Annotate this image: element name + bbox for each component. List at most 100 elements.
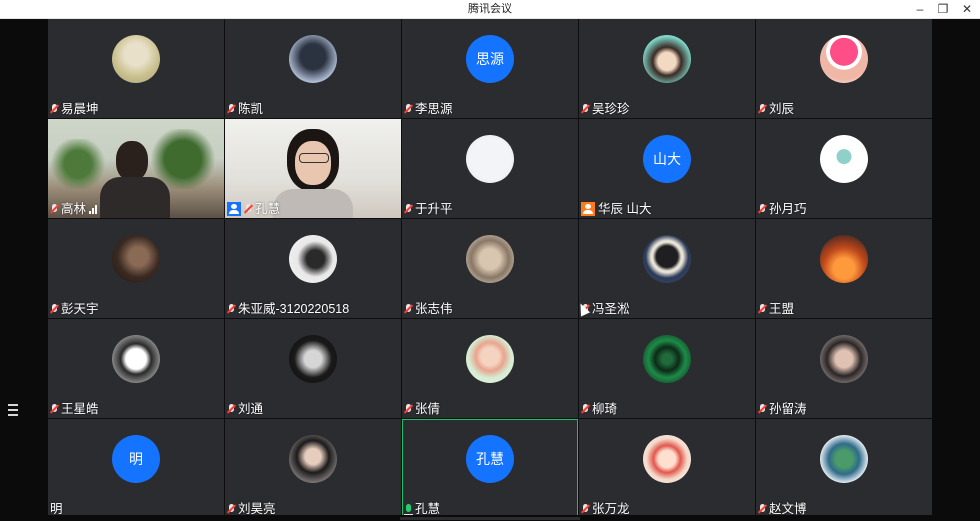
minimize-button[interactable]: – bbox=[909, 0, 931, 18]
participant-name-label: 柳琦 bbox=[581, 401, 617, 417]
participant-tile[interactable]: 孙留涛 bbox=[756, 319, 932, 418]
participant-tile[interactable]: 刘通 bbox=[225, 319, 401, 418]
avatar bbox=[820, 35, 868, 83]
avatar bbox=[820, 335, 868, 383]
mic-muted-icon bbox=[758, 203, 767, 215]
mic-muted-icon bbox=[581, 503, 590, 515]
participant-name: 朱亚威-3120220518 bbox=[238, 302, 350, 316]
mic-muted-icon bbox=[758, 503, 767, 515]
host-badge-icon bbox=[227, 202, 241, 216]
participant-name: 柳琦 bbox=[592, 402, 618, 416]
participant-name: 吴珍珍 bbox=[592, 102, 630, 116]
participant-tile[interactable]: 吴珍珍 bbox=[579, 19, 755, 118]
participant-name-label: 孙月巧 bbox=[758, 201, 807, 217]
participant-tile[interactable]: 张倩 bbox=[402, 319, 578, 418]
participant-name-label: 刘通 bbox=[227, 401, 263, 417]
participant-name: 张倩 bbox=[415, 402, 441, 416]
right-sidebar bbox=[929, 19, 980, 515]
participant-tile[interactable]: 刘昊亮 bbox=[225, 419, 401, 518]
mic-muted-icon bbox=[227, 303, 236, 315]
participant-name-label: 刘辰 bbox=[758, 101, 794, 117]
avatar: 山大 bbox=[643, 135, 691, 183]
avatar bbox=[643, 35, 691, 83]
participant-name: 易晨坤 bbox=[61, 102, 99, 116]
participant-name: 陈凯 bbox=[238, 102, 264, 116]
avatar bbox=[289, 235, 337, 283]
participant-tile[interactable]: 山大 华辰 山大 bbox=[579, 119, 755, 218]
mic-muted-icon bbox=[244, 203, 253, 215]
participant-name: 李思源 bbox=[415, 102, 453, 116]
mic-muted-icon bbox=[50, 103, 59, 115]
participant-tile[interactable]: 孙月巧 bbox=[756, 119, 932, 218]
participant-name-label: 彭天宇 bbox=[50, 301, 99, 317]
participant-name-label: 华辰 山大 bbox=[581, 201, 651, 217]
participant-tile[interactable]: 高林 bbox=[48, 119, 224, 218]
participant-tile-speaking[interactable]: 孔慧 孔慧 bbox=[402, 419, 578, 518]
participant-name-label: 孔慧 bbox=[227, 201, 280, 217]
participant-tile[interactable]: 张万龙 bbox=[579, 419, 755, 518]
participant-name: 彭天宇 bbox=[61, 302, 99, 316]
mic-muted-icon bbox=[404, 103, 413, 115]
mic-muted-icon bbox=[758, 303, 767, 315]
participant-name: 孙留涛 bbox=[769, 402, 807, 416]
signal-icon bbox=[89, 204, 98, 214]
participant-name-label: 朱亚威-3120220518 bbox=[227, 301, 349, 317]
member-list-icon[interactable] bbox=[4, 401, 22, 419]
participant-tile[interactable]: 刘辰 bbox=[756, 19, 932, 118]
scrollbar-thumb[interactable] bbox=[400, 517, 580, 520]
avatar bbox=[466, 335, 514, 383]
participant-name: 王星皓 bbox=[61, 402, 99, 416]
person-body bbox=[273, 189, 353, 218]
mic-muted-icon bbox=[758, 403, 767, 415]
participant-tile[interactable]: 赵文博 bbox=[756, 419, 932, 518]
participant-name-label: 张志伟 bbox=[404, 301, 453, 317]
avatar bbox=[820, 435, 868, 483]
participant-name: 刘通 bbox=[238, 402, 264, 416]
participant-name: 张志伟 bbox=[415, 302, 453, 316]
mic-muted-icon bbox=[581, 103, 590, 115]
mic-muted-icon bbox=[227, 503, 236, 515]
mic-muted-icon bbox=[758, 103, 767, 115]
participant-name-label: 李思源 bbox=[404, 101, 453, 117]
person-face bbox=[295, 141, 331, 185]
participant-tile[interactable]: 陈凯 bbox=[225, 19, 401, 118]
participant-tile[interactable]: 彭天宇 bbox=[48, 219, 224, 318]
participant-grid: 易晨坤 陈凯 思源 李思源 吴珍珍 刘辰 高林 孔慧 于升平 山大 华辰 山大 … bbox=[48, 19, 932, 518]
mic-muted-icon bbox=[227, 103, 236, 115]
participant-tile[interactable]: 朱亚威-3120220518 bbox=[225, 219, 401, 318]
mic-active-icon bbox=[404, 503, 413, 515]
participant-name: 冯圣淞 bbox=[592, 302, 630, 316]
restore-button[interactable]: ❐ bbox=[932, 0, 954, 18]
avatar bbox=[643, 335, 691, 383]
avatar bbox=[820, 235, 868, 283]
bottom-scrollbar[interactable] bbox=[0, 515, 980, 521]
participant-tile[interactable]: 思源 李思源 bbox=[402, 19, 578, 118]
mic-muted-icon bbox=[50, 303, 59, 315]
participant-name: 高林 bbox=[61, 202, 87, 216]
person-head bbox=[116, 141, 148, 181]
mic-muted-icon bbox=[581, 403, 590, 415]
participant-name-label: 王星皓 bbox=[50, 401, 99, 417]
participant-tile[interactable]: 王星皓 bbox=[48, 319, 224, 418]
participant-name: 王盟 bbox=[769, 302, 795, 316]
participant-tile[interactable]: 柳琦 bbox=[579, 319, 755, 418]
mic-muted-icon bbox=[404, 203, 413, 215]
avatar bbox=[289, 335, 337, 383]
participant-tile[interactable]: 张志伟 bbox=[402, 219, 578, 318]
person-body bbox=[100, 177, 170, 218]
participant-tile[interactable]: 明 明 bbox=[48, 419, 224, 518]
participant-tile[interactable]: 于升平 bbox=[402, 119, 578, 218]
window-title: 腾讯会议 bbox=[468, 3, 512, 15]
participant-name-label: 孙留涛 bbox=[758, 401, 807, 417]
close-button[interactable]: ✕ bbox=[956, 0, 978, 18]
participant-name: 于升平 bbox=[415, 202, 453, 216]
title-bar: 腾讯会议 – ❐ ✕ bbox=[0, 0, 980, 19]
participant-name: 华辰 山大 bbox=[598, 202, 652, 216]
avatar: 思源 bbox=[466, 35, 514, 83]
mic-muted-icon bbox=[404, 303, 413, 315]
participant-tile[interactable]: 孔慧 bbox=[225, 119, 401, 218]
participant-tile[interactable]: 王盟 bbox=[756, 219, 932, 318]
participant-tile[interactable]: 易晨坤 bbox=[48, 19, 224, 118]
participant-tile[interactable]: 冯圣淞 bbox=[579, 219, 755, 318]
avatar bbox=[289, 435, 337, 483]
